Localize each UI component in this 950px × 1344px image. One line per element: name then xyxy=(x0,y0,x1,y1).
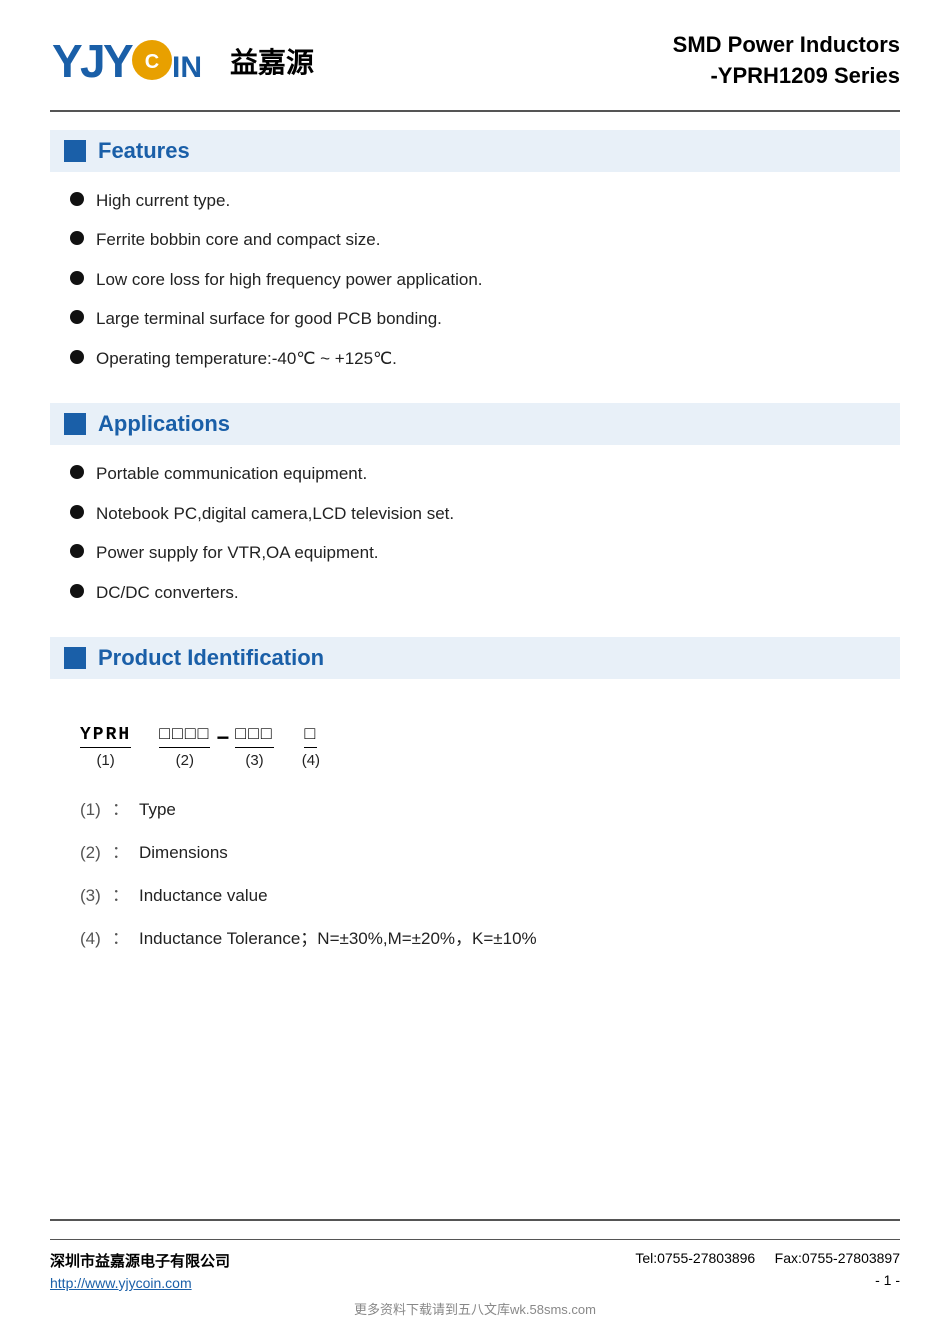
logo-icon: Y J Y C IN xyxy=(50,33,220,88)
code-separator: − xyxy=(216,725,229,753)
svg-text:J: J xyxy=(80,35,106,87)
code-num-2: (2) xyxy=(176,752,194,769)
detail-colon-4: ： xyxy=(112,924,129,949)
footer-page: - 1 - xyxy=(875,1272,900,1288)
logo-svg: Y J Y C IN xyxy=(50,33,220,88)
detail-value-3: Inductance value xyxy=(139,886,268,906)
main-title: SMD Power Inductors -YPRH1209 Series xyxy=(673,30,900,92)
detail-colon-3: ： xyxy=(112,881,129,906)
bullet-dot xyxy=(70,544,84,558)
bullet-dot xyxy=(70,271,84,285)
feature-item-4: Large terminal surface for good PCB bond… xyxy=(96,306,442,332)
applications-section-header: Applications xyxy=(50,403,900,445)
detail-value-1: Type xyxy=(139,800,176,820)
app-item-1: Portable communication equipment. xyxy=(96,461,367,487)
list-item: High current type. xyxy=(70,188,900,214)
list-item: Power supply for VTR,OA equipment. xyxy=(70,540,900,566)
detail-num-4: (4) xyxy=(80,929,112,949)
page-wrapper: Y J Y C IN 益嘉源 SMD Power Inductors -YPRH… xyxy=(0,0,950,1344)
detail-row-2: (2) ： Dimensions xyxy=(80,838,900,863)
list-item: Notebook PC,digital camera,LCD televisio… xyxy=(70,501,900,527)
product-id-section-header: Product Identification xyxy=(50,637,900,679)
detail-colon-2: ： xyxy=(112,838,129,863)
header-divider xyxy=(50,110,900,112)
detail-colon-1: ： xyxy=(112,795,129,820)
detail-num-3: (3) xyxy=(80,886,112,906)
features-icon xyxy=(64,140,86,162)
title-block: SMD Power Inductors -YPRH1209 Series xyxy=(673,30,900,92)
bullet-dot xyxy=(70,192,84,206)
footer-contact: Tel:0755-27803896 Fax:0755-27803897 xyxy=(635,1250,900,1266)
header: Y J Y C IN 益嘉源 SMD Power Inductors -YPRH… xyxy=(50,30,900,92)
code-value-2: □□□□ xyxy=(159,725,210,748)
bullet-dot xyxy=(70,231,84,245)
footer-left: 深圳市益嘉源电子有限公司 http://www.yjycoin.com xyxy=(50,1250,230,1291)
product-id-icon xyxy=(64,647,86,669)
product-code-diagram: YPRH (1) □□□□ (2) − □□□ (3) □ (4) xyxy=(80,725,900,773)
detail-value-4: Inductance Tolerance；N=±30%,M=±20%，K=±10… xyxy=(139,924,537,949)
features-list: High current type. Ferrite bobbin core a… xyxy=(50,188,900,386)
app-item-2: Notebook PC,digital camera,LCD televisio… xyxy=(96,501,454,527)
code-value-3: □□□ xyxy=(235,725,273,748)
product-details: (1) ： Type (2) ： Dimensions (3) ： Induct… xyxy=(50,795,900,949)
code-value-1: YPRH xyxy=(80,725,131,748)
feature-item-1: High current type. xyxy=(96,188,230,214)
code-num-4: (4) xyxy=(302,752,320,769)
detail-row-3: (3) ： Inductance value xyxy=(80,881,900,906)
product-id-section: YPRH (1) □□□□ (2) − □□□ (3) □ (4) (1) xyxy=(50,703,900,967)
list-item: Low core loss for high frequency power a… xyxy=(70,267,900,293)
detail-row-4: (4) ： Inductance Tolerance；N=±30%,M=±20%… xyxy=(80,924,900,949)
feature-item-3: Low core loss for high frequency power a… xyxy=(96,267,483,293)
list-item: Operating temperature:-40℃ ~ +125℃. xyxy=(70,346,900,372)
feature-item-5: Operating temperature:-40℃ ~ +125℃. xyxy=(96,346,397,372)
applications-list: Portable communication equipment. Notebo… xyxy=(50,461,900,619)
app-item-4: DC/DC converters. xyxy=(96,580,239,606)
footer-company: 深圳市益嘉源电子有限公司 xyxy=(50,1250,230,1271)
code-part-3: □□□ (3) xyxy=(235,725,273,769)
detail-num-2: (2) xyxy=(80,843,112,863)
footer-fax: Fax:0755-27803897 xyxy=(775,1250,900,1266)
bullet-dot xyxy=(70,350,84,364)
features-title: Features xyxy=(98,138,190,164)
bullet-dot xyxy=(70,465,84,479)
footer-content: 深圳市益嘉源电子有限公司 http://www.yjycoin.com Tel:… xyxy=(50,1239,900,1291)
footer-right: Tel:0755-27803896 Fax:0755-27803897 - 1 … xyxy=(635,1250,900,1288)
code-num-1: (1) xyxy=(96,752,114,769)
applications-icon xyxy=(64,413,86,435)
footer: 深圳市益嘉源电子有限公司 http://www.yjycoin.com Tel:… xyxy=(50,1219,900,1324)
svg-text:Y: Y xyxy=(52,35,83,87)
bullet-dot xyxy=(70,505,84,519)
feature-item-2: Ferrite bobbin core and compact size. xyxy=(96,227,380,253)
footer-watermark: 更多资料下载请到五八文库wk.58sms.com xyxy=(50,1299,900,1324)
detail-num-1: (1) xyxy=(80,800,112,820)
footer-link[interactable]: http://www.yjycoin.com xyxy=(50,1275,230,1291)
code-value-4: □ xyxy=(304,725,317,748)
list-item: Ferrite bobbin core and compact size. xyxy=(70,227,900,253)
logo-text-cn: 益嘉源 xyxy=(230,41,314,81)
code-num-3: (3) xyxy=(245,752,263,769)
logo-area: Y J Y C IN 益嘉源 xyxy=(50,33,314,88)
bullet-dot xyxy=(70,584,84,598)
list-item: Portable communication equipment. xyxy=(70,461,900,487)
features-section-header: Features xyxy=(50,130,900,172)
list-item: DC/DC converters. xyxy=(70,580,900,606)
footer-divider xyxy=(50,1219,900,1221)
detail-value-2: Dimensions xyxy=(139,843,228,863)
code-part-2: □□□□ (2) xyxy=(159,725,210,769)
svg-text:Y: Y xyxy=(103,35,134,87)
applications-title: Applications xyxy=(98,411,230,437)
code-part-1: YPRH (1) xyxy=(80,725,131,769)
svg-text:IN: IN xyxy=(172,51,202,84)
footer-tel: Tel:0755-27803896 xyxy=(635,1250,755,1266)
bullet-dot xyxy=(70,310,84,324)
detail-row-1: (1) ： Type xyxy=(80,795,900,820)
app-item-3: Power supply for VTR,OA equipment. xyxy=(96,540,379,566)
product-id-title: Product Identification xyxy=(98,645,324,671)
code-part-4: □ (4) xyxy=(302,725,320,769)
list-item: Large terminal surface for good PCB bond… xyxy=(70,306,900,332)
svg-text:C: C xyxy=(145,51,159,73)
